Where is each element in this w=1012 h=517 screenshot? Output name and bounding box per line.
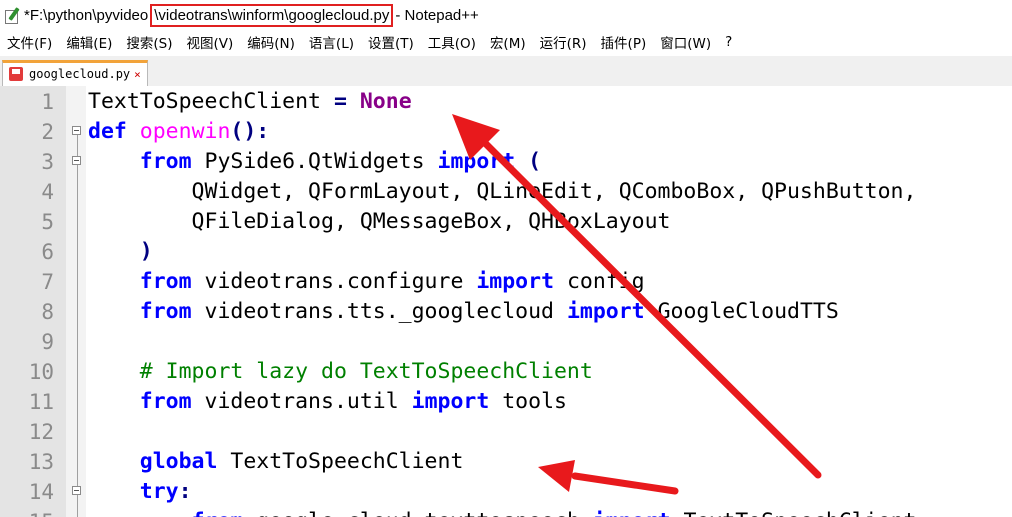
code-line: 14 try: xyxy=(0,477,1012,507)
title-app-name: - Notepad++ xyxy=(395,6,479,24)
code-text: QWidget, QFormLayout, QLineEdit, QComboB… xyxy=(88,179,917,204)
code-text: from videotrans.configure import config xyxy=(139,269,645,294)
code-text: from PySide6.QtWidgets import ( xyxy=(139,149,542,174)
code-line: 1 TextToSpeechClient = None xyxy=(0,87,1012,117)
close-icon[interactable]: × xyxy=(134,68,141,81)
tab-filename: googlecloud.py xyxy=(29,67,131,81)
code-line: 6 ) xyxy=(0,237,1012,267)
code-text: # Import lazy do TextToSpeechClient xyxy=(139,359,593,384)
line-number: 4 xyxy=(41,180,54,204)
code-line: 13 global TextToSpeechClient xyxy=(0,447,1012,477)
window-title: *F:\python\pyvideo \videotrans\winform\go… xyxy=(24,3,479,27)
menu-view[interactable]: 视图(V) xyxy=(180,32,241,52)
code-editor[interactable]: 1 TextToSpeechClient = None 2 def openwi… xyxy=(0,86,1012,517)
line-number: 8 xyxy=(41,300,54,324)
menu-window[interactable]: 窗口(W) xyxy=(653,32,718,52)
line-number: 14 xyxy=(28,480,54,504)
code-line: 15 from google.cloud.texttospeech import… xyxy=(0,507,1012,517)
tab-bar: googlecloud.py × xyxy=(0,56,1012,87)
code-line: 9 xyxy=(0,327,1012,357)
code-line: 11 from videotrans.util import tools xyxy=(0,387,1012,417)
tab-googlecloud[interactable]: googlecloud.py × xyxy=(2,60,148,86)
menu-file[interactable]: 文件(F) xyxy=(0,32,59,52)
line-number: 5 xyxy=(41,210,54,234)
line-number: 13 xyxy=(28,450,54,474)
code-text: def openwin(): xyxy=(88,119,270,144)
menu-settings[interactable]: 设置(T) xyxy=(361,32,421,52)
menu-edit[interactable]: 编辑(E) xyxy=(59,32,119,52)
code-text: global TextToSpeechClient xyxy=(139,449,464,474)
menu-search[interactable]: 搜索(S) xyxy=(119,32,179,52)
line-number: 6 xyxy=(41,240,54,264)
title-path-prefix: *F:\python\pyvideo xyxy=(24,6,149,24)
unsaved-file-icon xyxy=(9,67,23,81)
fold-toggle-icon[interactable] xyxy=(72,156,81,165)
notepad-app-icon xyxy=(4,7,20,24)
menu-macro[interactable]: 宏(M) xyxy=(483,32,533,52)
code-line: 5 QFileDialog, QMessageBox, QHBoxLayout xyxy=(0,207,1012,237)
fold-toggle-icon[interactable] xyxy=(72,126,81,135)
line-number: 10 xyxy=(28,360,54,384)
title-highlighted-path: \videotrans\winform\googlecloud.py xyxy=(150,3,394,27)
menu-plugins[interactable]: 插件(P) xyxy=(594,32,654,52)
code-line: 8 from videotrans.tts._googlecloud impor… xyxy=(0,297,1012,327)
code-line: 3 from PySide6.QtWidgets import ( xyxy=(0,147,1012,177)
line-number: 1 xyxy=(41,90,54,114)
menu-run[interactable]: 运行(R) xyxy=(533,32,594,52)
code-text: from videotrans.util import tools xyxy=(139,389,567,414)
code-text: TextToSpeechClient = None xyxy=(88,89,412,114)
fold-toggle-icon[interactable] xyxy=(72,486,81,495)
line-number: 2 xyxy=(41,120,54,144)
code-line: 12 xyxy=(0,417,1012,447)
line-number: 12 xyxy=(28,420,54,444)
menu-help[interactable]: ? xyxy=(718,34,739,50)
code-line: 7 from videotrans.configure import confi… xyxy=(0,267,1012,297)
code-text: ) xyxy=(88,239,153,264)
line-number: 3 xyxy=(41,150,54,174)
menu-bar: 文件(F) 编辑(E) 搜索(S) 视图(V) 编码(N) 语言(L) 设置(T… xyxy=(0,30,1012,54)
code-text: from google.cloud.texttospeech import Te… xyxy=(88,507,917,517)
line-number: 15 xyxy=(0,507,54,517)
menu-encoding[interactable]: 编码(N) xyxy=(240,32,302,52)
menu-tools[interactable]: 工具(O) xyxy=(421,32,483,52)
code-text: try: xyxy=(139,479,192,504)
code-text: from videotrans.tts._googlecloud import … xyxy=(139,299,839,324)
title-bar: *F:\python\pyvideo \videotrans\winform\go… xyxy=(0,0,1012,30)
code-line: 2 def openwin(): xyxy=(0,117,1012,147)
code-line: 4 QWidget, QFormLayout, QLineEdit, QComb… xyxy=(0,177,1012,207)
line-number: 7 xyxy=(41,270,54,294)
line-number: 11 xyxy=(28,390,54,414)
menu-language[interactable]: 语言(L) xyxy=(302,32,361,52)
code-text: QFileDialog, QMessageBox, QHBoxLayout xyxy=(88,209,671,234)
line-number: 9 xyxy=(41,330,54,354)
code-line: 10 # Import lazy do TextToSpeechClient xyxy=(0,357,1012,387)
